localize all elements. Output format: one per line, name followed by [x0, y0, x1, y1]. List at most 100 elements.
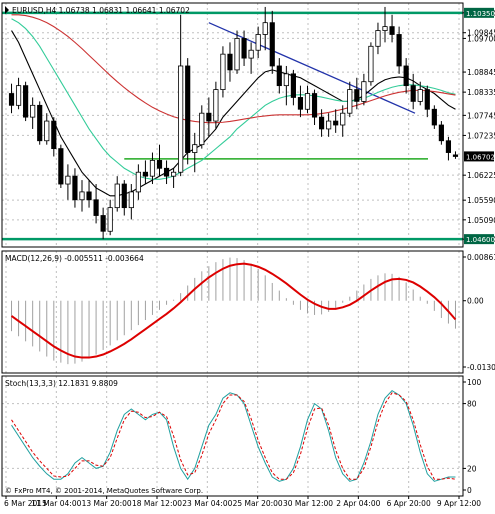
time-tick-label: 23 Mar 04:00 [182, 499, 232, 508]
candle [220, 46, 226, 98]
candle [156, 144, 163, 177]
candle-body [297, 97, 304, 110]
time-tick-label: 6 Apr 20:00 [387, 499, 431, 508]
candle-body [206, 112, 212, 122]
candle [297, 85, 304, 118]
candle [375, 22, 381, 55]
price-label-text: 1.06702 [466, 153, 495, 161]
candle-body [37, 104, 43, 142]
ma_mid-line [11, 18, 456, 180]
candle-body [311, 93, 318, 118]
stoch_main-line [11, 390, 456, 482]
macd-tick-label: 0.008617 [467, 253, 495, 262]
price-tick-label: 1.06225 [467, 171, 495, 180]
candle-body [438, 124, 444, 142]
candle [79, 180, 85, 212]
candle-body [142, 171, 148, 177]
ma_slow-line [11, 14, 456, 124]
candle [121, 180, 127, 216]
candle-body [114, 183, 120, 209]
candle-body [269, 22, 275, 67]
stoch_signal-line [11, 392, 456, 480]
candle-body [86, 191, 92, 201]
candle-body [382, 26, 388, 31]
candle [368, 42, 374, 86]
candle [37, 101, 43, 145]
price-tick-label: 1.08335 [467, 88, 495, 97]
candle [185, 58, 191, 165]
time-tick-label: 11 Mar 04:00 [31, 499, 81, 508]
candle [199, 105, 205, 149]
candle-body [185, 65, 191, 153]
candle-body [199, 112, 205, 146]
candle-body [30, 104, 36, 118]
candle-body [128, 191, 134, 209]
time-tick-label: 13 Mar 20:00 [82, 499, 132, 508]
candle-body [347, 89, 353, 114]
candle-body [255, 34, 261, 51]
candle [58, 144, 64, 188]
candle-body [23, 85, 29, 118]
chart-canvas: 1.103501.098451.097001.088451.083351.077… [1, 2, 495, 508]
stoch-layer [2, 390, 463, 482]
candle [410, 73, 416, 110]
candle-body [431, 108, 437, 126]
candle [255, 26, 261, 59]
candle-body [163, 167, 170, 177]
candle [30, 97, 36, 129]
candle-body [241, 38, 247, 59]
candle-body [8, 93, 15, 106]
candle [396, 26, 402, 74]
candle [347, 81, 353, 118]
candle-body [319, 116, 325, 130]
candle-body [51, 120, 57, 150]
candle-body [227, 53, 233, 71]
stoch-tick-label: 100 [467, 378, 482, 387]
candle [44, 113, 50, 145]
macd-pane-title: MACD(12,26,9) -0.005511 -0.003664 [5, 254, 144, 263]
candle [171, 168, 177, 188]
candle-body [283, 73, 289, 87]
price-label-text: 1.04600 [466, 236, 495, 244]
candle [72, 168, 78, 208]
candle [452, 151, 459, 159]
candle [128, 184, 134, 220]
price-tick-label: 1.05090 [467, 216, 495, 225]
macd-tick-label: -0.013061 [467, 363, 495, 372]
candle [241, 30, 247, 66]
candle [333, 109, 339, 133]
candle [213, 81, 219, 129]
candle [248, 42, 254, 74]
candle-body [403, 65, 409, 87]
candle-body [354, 89, 360, 102]
candle [290, 69, 296, 106]
candle-body [107, 207, 113, 232]
candle-body [72, 175, 78, 201]
chart-window: 1.103501.098451.097001.088451.083351.077… [0, 0, 495, 510]
time-tick-label: 25 Mar 20:00 [233, 499, 283, 508]
candle-body [410, 85, 416, 102]
candle [227, 42, 233, 82]
price-label-text: 1.10350 [466, 10, 495, 18]
candle-body [234, 38, 240, 71]
candle-body [121, 183, 127, 209]
candle-body [304, 93, 311, 110]
candle [51, 117, 57, 157]
candle [276, 58, 282, 94]
candle-body [248, 49, 254, 59]
time-tick-label: 2 Apr 04:00 [336, 499, 380, 508]
candle [23, 81, 29, 122]
candle [311, 89, 318, 125]
time-tick-label: 9 Apr 12:00 [437, 499, 481, 508]
candle [15, 77, 22, 110]
candle [86, 180, 92, 208]
candle-layer [8, 6, 459, 240]
trend-line [208, 22, 416, 114]
candle-body [262, 22, 268, 35]
candle [93, 184, 99, 224]
candle-body [375, 30, 381, 47]
candle-body [100, 215, 106, 232]
candle-body [340, 112, 346, 126]
candle-body [445, 140, 452, 153]
price-tick-label: 1.08845 [467, 68, 495, 77]
